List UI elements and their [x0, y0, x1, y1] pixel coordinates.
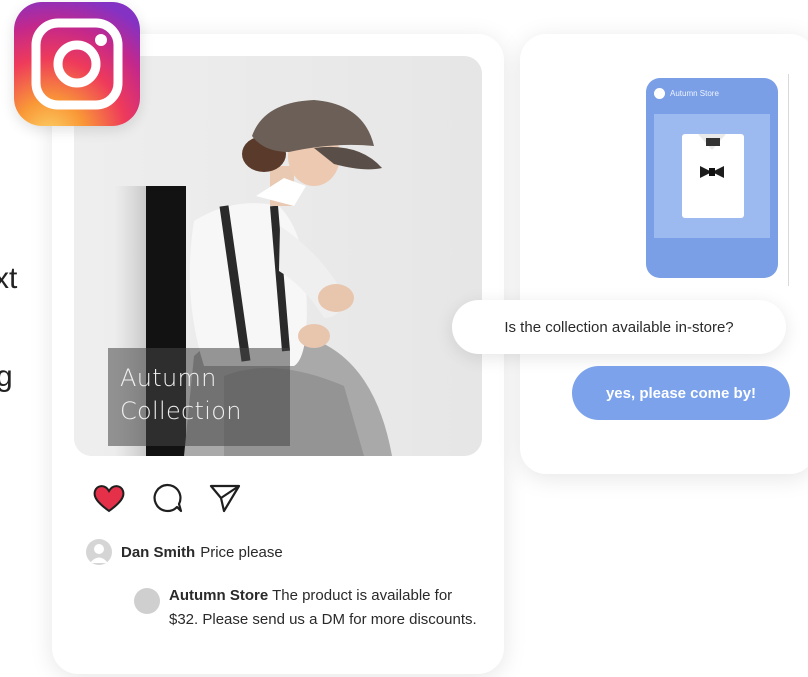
user-avatar-icon	[86, 539, 112, 565]
shirt-illustration	[682, 134, 744, 218]
message-incoming: Is the collection available in-store?	[452, 300, 786, 354]
overlay-line-2: Collection	[120, 397, 242, 425]
background-text-fragment-2: g	[0, 360, 13, 393]
story-preview[interactable]: Autumn Store	[646, 78, 778, 278]
message-text: yes, please come by!	[605, 384, 757, 402]
post-actions	[92, 482, 242, 514]
heart-icon[interactable]	[92, 482, 126, 514]
background-text-fragment-1: xt	[0, 262, 18, 295]
message-text: Is the collection available in-store?	[504, 318, 734, 336]
comment-autumn-store: Autumn Store The product is available fo…	[134, 584, 479, 632]
overlay-line-1: Autumn	[120, 364, 217, 392]
share-icon[interactable]	[208, 482, 242, 514]
story-avatar	[654, 88, 665, 99]
comment-icon[interactable]	[150, 482, 184, 514]
message-outgoing: yes, please come by!	[572, 366, 790, 420]
comment-author[interactable]: Dan Smith	[121, 544, 195, 561]
story-label: Autumn Store	[670, 89, 719, 98]
reply-body: Autumn Store The product is available fo…	[169, 584, 479, 632]
story-header: Autumn Store	[654, 88, 719, 99]
scroll-divider	[788, 74, 789, 286]
instagram-logo-icon	[14, 2, 140, 126]
store-avatar	[134, 588, 160, 614]
comment-text: Price please	[200, 543, 283, 561]
post-card: Autumn Collection Dan Smith Price please…	[52, 34, 504, 674]
collection-overlay: Autumn Collection	[108, 348, 290, 446]
comment-author[interactable]: Autumn Store	[169, 587, 268, 604]
comment-dan-smith: Dan Smith Price please	[86, 539, 283, 565]
story-image	[654, 114, 770, 238]
